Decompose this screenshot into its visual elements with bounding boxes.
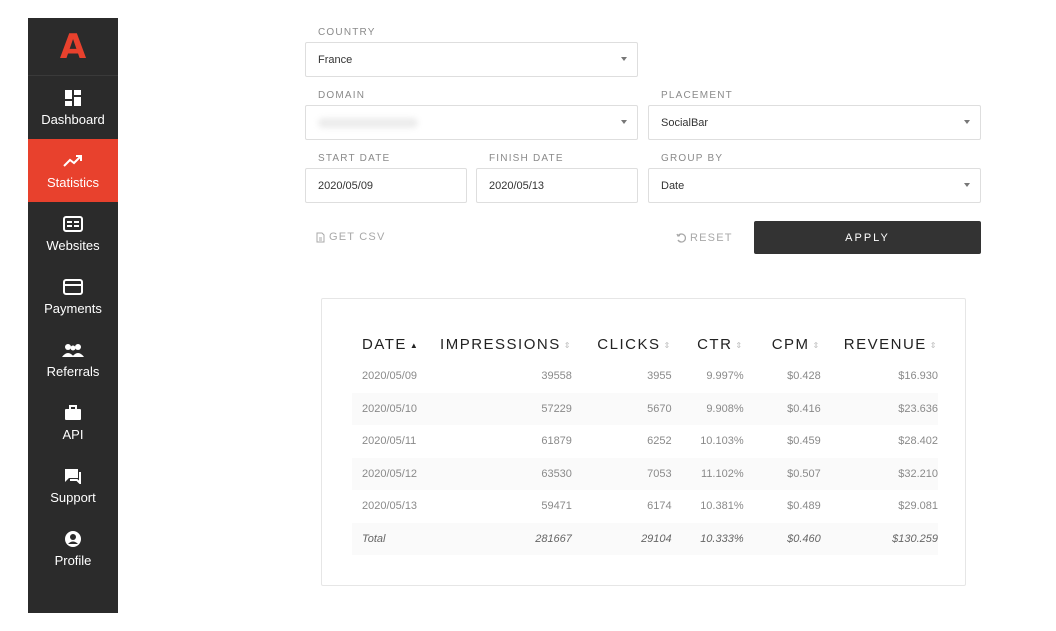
dashboard-icon [64,88,82,108]
sort-asc-icon: ▲ [409,340,420,350]
cell-total-clicks: 29104 [571,522,672,555]
cell-revenue: $28.402 [898,435,938,448]
chat-icon [64,466,82,486]
reset-icon [676,233,686,243]
group-by-select[interactable]: Date [648,168,981,203]
cell-date: 2020/05/11 [362,435,417,448]
table-row: 2020/05/09 39558 3955 9.997% $0.428 $16.… [352,360,938,393]
sort-icon: ⇕ [929,340,938,350]
cell-revenue: $23.636 [820,392,938,425]
trending-up-icon [63,151,83,171]
cell-cpm: $0.459 [787,435,821,448]
cell-ctr: 9.997% [706,370,744,383]
sidebar-item-websites[interactable]: Websites [28,202,118,265]
cell-date: 2020/05/12 [352,457,437,490]
people-icon [62,340,84,360]
statistics-card: DATE ▲ IMPRESSIONS ⇕ CLICKS ⇕ CTR ⇕ CPM ⇕ REV… [321,298,966,586]
cell-impressions: 61879 [541,435,572,448]
table-row: 2020/05/13 59471 6174 10.381% $0.489 $29… [352,490,938,523]
table-header-row: DATE ▲ IMPRESSIONS ⇕ CLICKS ⇕ CTR ⇕ CPM ⇕ REV… [352,329,938,360]
cell-clicks: 5670 [571,392,672,425]
sort-icon: ⇕ [812,340,821,350]
table-total-row: Total 281667 29104 10.333% $0.460 $130.2… [352,522,938,555]
sidebar-item-payments[interactable]: Payments [28,265,118,328]
sidebar-item-statistics[interactable]: Statistics [28,139,118,202]
column-header-revenue[interactable]: REVENUE ⇕ [821,329,938,360]
sort-icon: ⇕ [563,340,572,350]
cell-revenue: $16.930 [898,370,938,383]
sidebar-item-dashboard[interactable]: Dashboard [28,76,118,139]
website-icon [63,214,83,234]
cell-clicks: 6174 [647,500,672,513]
column-header-ctr[interactable]: CTR ⇕ [672,329,744,360]
cell-date: 2020/05/13 [362,500,418,513]
finish-date-input[interactable] [489,179,637,192]
cell-ctr: 11.102% [671,457,744,490]
cell-cpm: $0.489 [787,500,821,513]
cell-cpm: $0.428 [787,370,821,383]
domain-select[interactable] [305,105,638,140]
finish-date-field[interactable] [476,168,638,203]
placement-label: PLACEMENT [661,90,733,101]
chevron-down-icon [621,120,627,124]
statistics-table: DATE ▲ IMPRESSIONS ⇕ CLICKS ⇕ CTR ⇕ CPM ⇕ REV… [352,329,938,555]
cell-total-revenue: $130.259 [820,522,938,555]
chevron-down-icon [964,183,970,187]
cell-total-ctr: 10.333% [671,522,744,555]
cell-date: 2020/05/09 [362,370,418,383]
domain-value-blurred [318,117,418,128]
cell-clicks: 7053 [571,457,672,490]
cell-clicks: 3955 [647,370,672,383]
cell-revenue: $32.210 [820,457,938,490]
user-circle-icon [64,529,82,549]
column-header-impressions[interactable]: IMPRESSIONS ⇕ [436,329,572,360]
start-date-field[interactable] [305,168,467,203]
cell-ctr: 10.103% [700,435,744,448]
column-header-date[interactable]: DATE ▲ [352,329,436,360]
apply-button[interactable]: APPLY [754,221,981,254]
sidebar: A Dashboard Statistics Websites Payments… [28,18,118,613]
country-label: COUNTRY [318,27,376,38]
finish-date-label: FINISH DATE [489,153,564,164]
group-by-label: GROUP BY [661,153,724,164]
cell-total-impressions: 281667 [436,522,572,555]
sidebar-item-support[interactable]: Support [28,454,118,517]
sidebar-item-referrals[interactable]: Referrals [28,328,118,391]
table-row: 2020/05/12 63530 7053 11.102% $0.507 $32… [352,457,938,490]
cell-ctr: 10.381% [700,500,744,513]
cell-impressions: 39558 [541,370,572,383]
file-icon [316,232,325,242]
cell-clicks: 6252 [647,435,672,448]
cell-total-label: Total [352,522,437,555]
cell-impressions: 63530 [436,457,572,490]
sidebar-item-api[interactable]: API [28,391,118,454]
table-row: 2020/05/10 57229 5670 9.908% $0.416 $23.… [352,392,938,425]
get-csv-button[interactable]: GET CSV [316,231,386,243]
column-header-cpm[interactable]: CPM ⇕ [744,329,821,360]
domain-label: DOMAIN [318,90,366,101]
credit-card-icon [63,277,83,297]
sidebar-item-profile[interactable]: Profile [28,517,118,580]
sort-icon: ⇕ [663,340,672,350]
cell-cpm: $0.507 [743,457,821,490]
placement-select[interactable]: SocialBar [648,105,981,140]
cell-impressions: 59471 [541,500,572,513]
cell-total-cpm: $0.460 [743,522,821,555]
table-row: 2020/05/11 61879 6252 10.103% $0.459 $28… [352,425,938,458]
start-date-label: START DATE [318,153,391,164]
cell-revenue: $29.081 [898,500,938,513]
cell-ctr: 9.908% [671,392,744,425]
logo[interactable]: A [28,18,118,76]
start-date-input[interactable] [318,179,466,192]
column-header-clicks[interactable]: CLICKS ⇕ [572,329,672,360]
reset-button[interactable]: RESET [676,232,733,244]
chevron-down-icon [621,57,627,61]
sort-icon: ⇕ [735,340,744,350]
chevron-down-icon [964,120,970,124]
cell-impressions: 57229 [436,392,572,425]
cell-cpm: $0.416 [743,392,821,425]
briefcase-icon [64,403,82,423]
cell-date: 2020/05/10 [352,392,437,425]
country-select[interactable]: France [305,42,638,77]
